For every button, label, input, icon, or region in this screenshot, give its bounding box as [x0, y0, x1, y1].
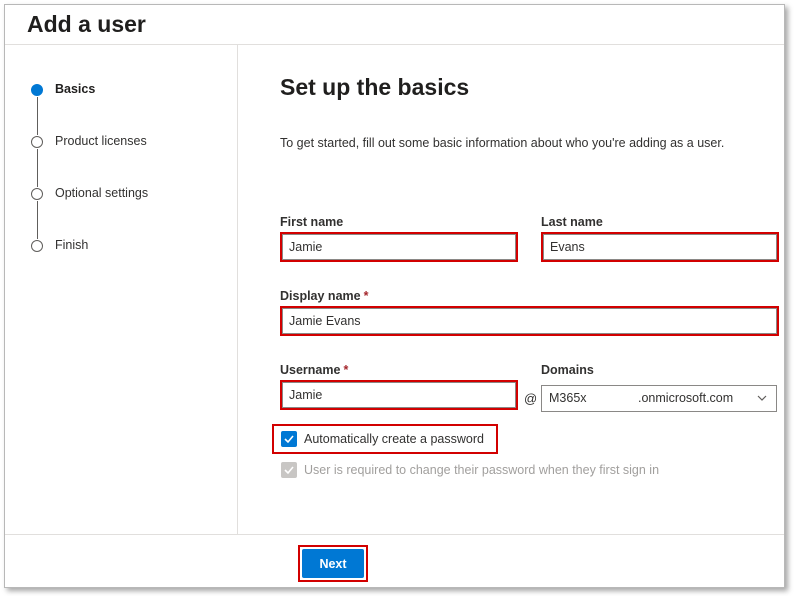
first-name-label: First name	[280, 215, 344, 229]
step-pending-indicator	[31, 188, 43, 200]
highlight-auto-password	[272, 424, 498, 454]
highlight-display-name	[280, 306, 779, 336]
footer-divider	[5, 534, 784, 535]
add-user-panel: Add a user Basics Product licenses Optio…	[4, 4, 785, 588]
step-current-indicator	[31, 84, 43, 96]
step-connector	[37, 149, 38, 187]
require-change-checkbox[interactable]	[281, 462, 297, 478]
domain-suffix: .onmicrosoft.com	[638, 391, 734, 405]
highlight-last-name	[541, 232, 779, 262]
step-label: Product licenses	[55, 134, 147, 148]
highlight-username	[280, 380, 518, 410]
display-name-label-text: Display name	[280, 289, 361, 303]
page-title: Add a user	[27, 11, 146, 37]
chevron-down-icon	[757, 395, 767, 401]
step-pending-indicator	[31, 136, 43, 148]
required-indicator: *	[363, 289, 369, 303]
step-label: Basics	[55, 82, 96, 96]
highlight-first-name	[280, 232, 518, 262]
step-label: Finish	[55, 238, 89, 252]
step-label: Optional settings	[55, 186, 149, 200]
at-symbol: @	[524, 391, 538, 406]
checkmark-icon	[284, 466, 294, 475]
username-label: Username *	[280, 363, 348, 377]
step-connector	[37, 201, 38, 239]
display-name-label: Display name *	[280, 289, 368, 303]
step-connector	[37, 97, 38, 135]
required-indicator: *	[343, 363, 349, 377]
last-name-label: Last name	[541, 215, 603, 229]
domain-prefix: M365x	[549, 391, 587, 405]
intro-text: To get started, fill out some basic info…	[280, 136, 725, 150]
username-label-text: Username	[280, 363, 341, 377]
highlight-next	[298, 545, 368, 582]
domains-label: Domains	[541, 363, 594, 377]
title-divider	[5, 44, 784, 45]
sidebar-divider	[237, 45, 238, 535]
step-pending-indicator	[31, 240, 43, 252]
domains-dropdown[interactable]: M365x .onmicrosoft.com	[541, 385, 777, 412]
require-change-label: User is required to change their passwor…	[304, 463, 660, 477]
section-title: Set up the basics	[280, 74, 470, 100]
